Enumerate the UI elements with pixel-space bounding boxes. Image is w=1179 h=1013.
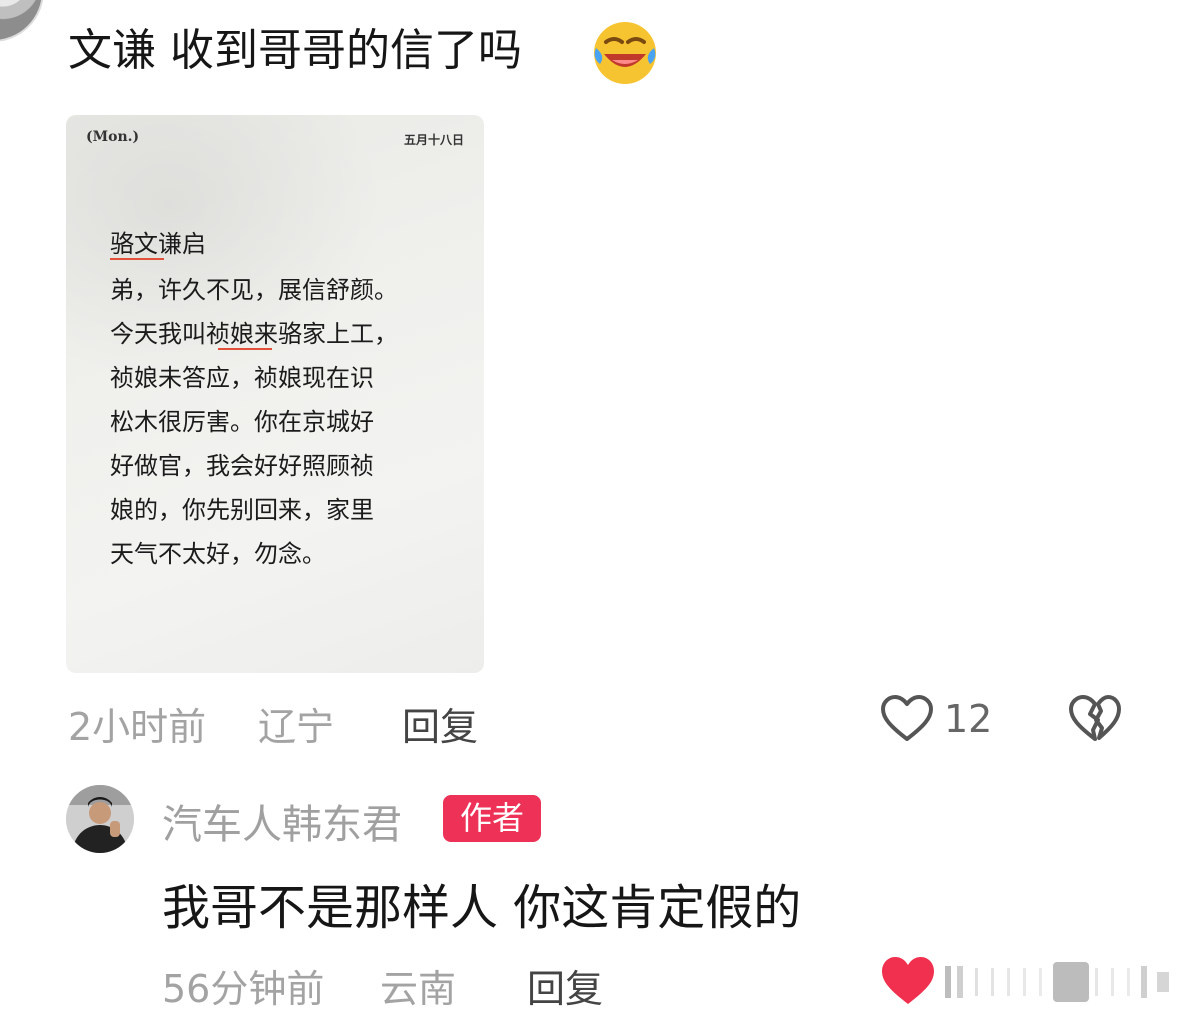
letter-line: 祯娘未答应，祯娘现在识 bbox=[110, 364, 374, 392]
letter-line: 弟，许久不见，展信舒颜。 bbox=[110, 276, 398, 304]
author-badge: 作者 bbox=[443, 795, 541, 842]
reply-reply-button[interactable]: 回复 bbox=[527, 958, 603, 1013]
letter-line: 骆文谦启 bbox=[110, 230, 206, 258]
reply-avatar[interactable] bbox=[66, 785, 134, 853]
reply-author-name[interactable]: 汽车人韩东君 bbox=[162, 792, 402, 850]
letter-day: (Mon.) bbox=[86, 129, 140, 145]
letter-line: 好做官，我会好好照顾祯 bbox=[110, 452, 374, 480]
reply-button[interactable]: 回复 bbox=[402, 696, 478, 751]
letter-underline bbox=[110, 258, 164, 260]
reply-time: 56分钟前 bbox=[162, 967, 325, 1011]
reply-text: 我哥不是那样人 你这肯定假的 bbox=[162, 880, 802, 936]
broken-heart-icon[interactable] bbox=[1068, 694, 1122, 744]
comment-time: 2小时前 bbox=[68, 705, 207, 749]
liked-heart-icon[interactable] bbox=[880, 956, 936, 1006]
reply-location: 云南 bbox=[380, 967, 457, 1011]
laughing-emoji-icon bbox=[594, 22, 656, 84]
comment-text: 文谦 收到哥哥的信了吗 bbox=[68, 25, 522, 76]
glitch-icon bbox=[945, 962, 1169, 1002]
letter-underline bbox=[218, 348, 272, 350]
letter-date: 五月十八日 bbox=[403, 133, 464, 147]
avatar[interactable] bbox=[0, 0, 44, 42]
heart-icon[interactable] bbox=[880, 694, 934, 744]
like-count: 12 bbox=[944, 697, 993, 741]
letter-line: 今天我叫祯娘来骆家上工， bbox=[110, 320, 398, 348]
comment-location: 辽宁 bbox=[258, 705, 335, 749]
letter-image[interactable]: (Mon.) 五月十八日 骆文谦启 弟，许久不见，展信舒颜。 今天我叫祯娘来骆家… bbox=[66, 115, 484, 673]
letter-line: 松木很厉害。你在京城好 bbox=[110, 408, 374, 436]
letter-line: 天气不太好，勿念。 bbox=[110, 540, 326, 568]
avatar-photo bbox=[66, 785, 134, 853]
letter-line: 娘的，你先别回来，家里 bbox=[110, 496, 374, 524]
